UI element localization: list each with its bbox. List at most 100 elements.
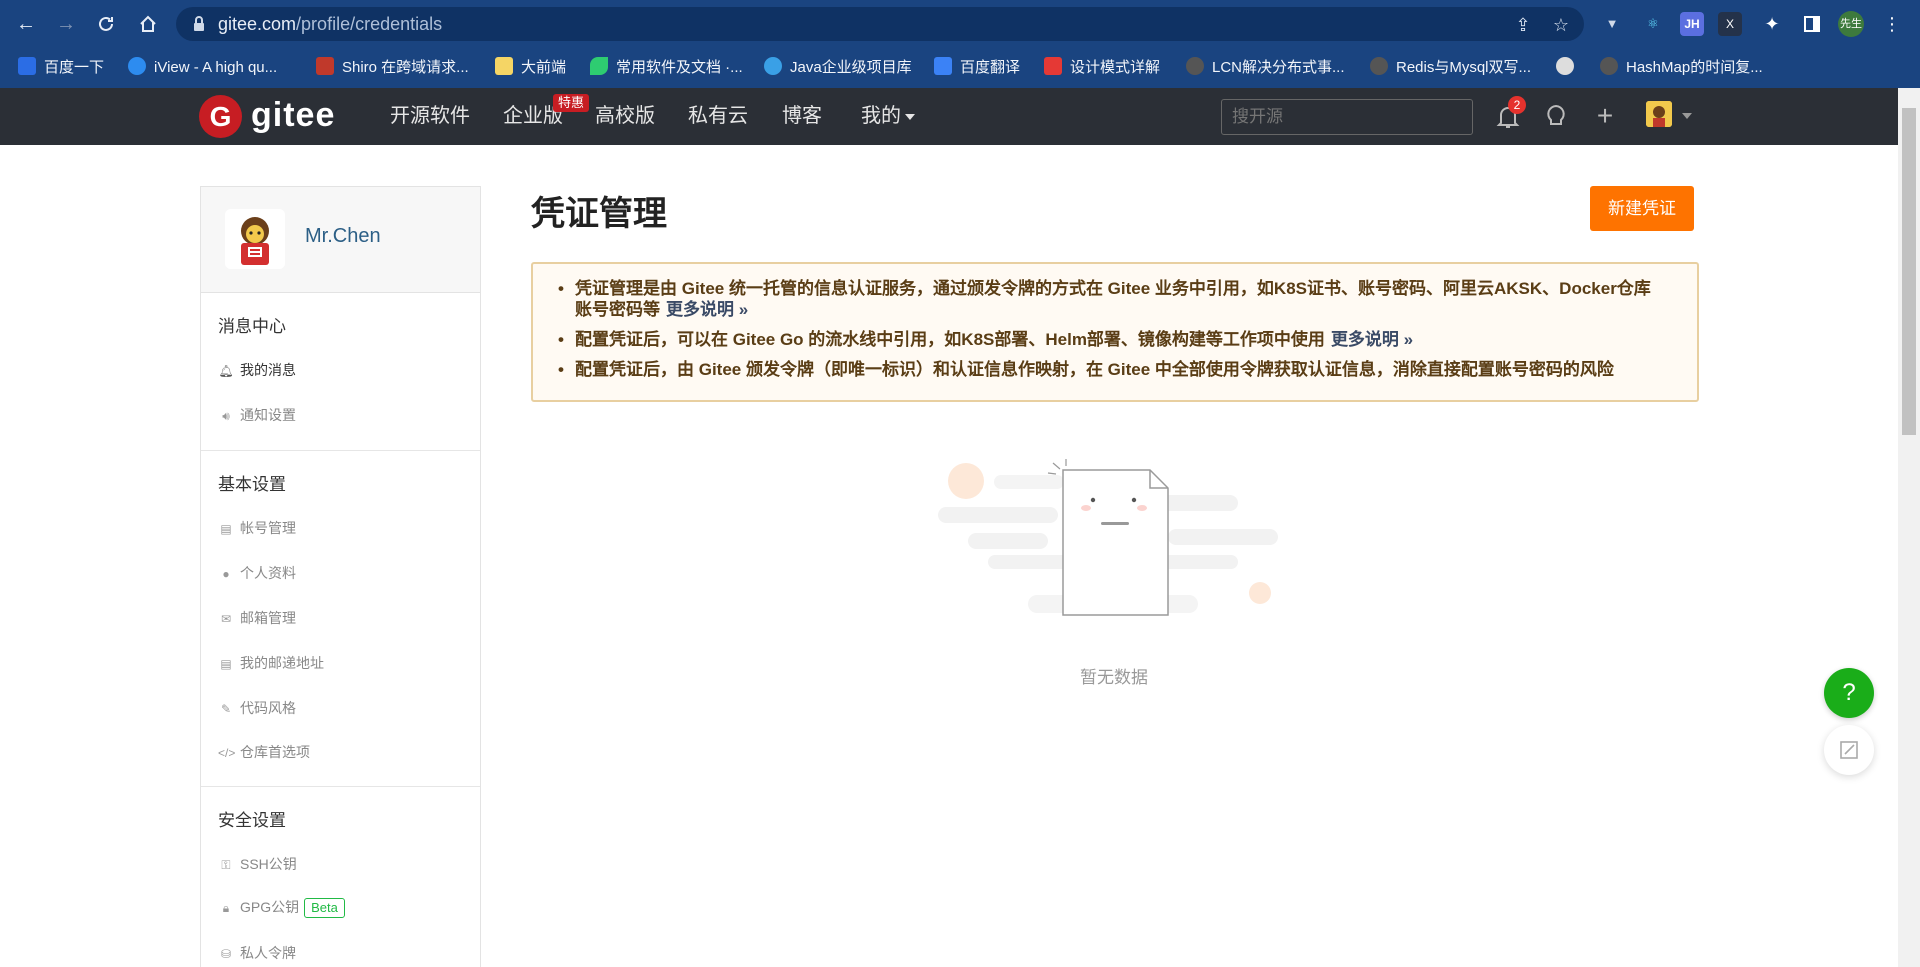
bookmark-item[interactable]: Redis与Mysql双写...: [1370, 48, 1531, 88]
forward-arrow-icon[interactable]: →: [52, 10, 80, 38]
token-icon: ⛁: [220, 947, 232, 961]
jh-extension-icon[interactable]: JH: [1680, 12, 1704, 36]
notice-item: 配置凭证后，由 Gitee 颁发令牌（即唯一标识）和认证信息作映射，在 Gite…: [558, 359, 1667, 380]
empty-state-text: 暂无数据: [1080, 668, 1148, 687]
nav-open-source[interactable]: 开源软件: [390, 88, 470, 145]
nav-mine-label: 我的: [861, 105, 901, 127]
sidebar-item-my-messages[interactable]: 🔔︎ 我的消息: [218, 360, 296, 380]
key-icon: ⚿: [221, 858, 231, 872]
sidebar-item-label: 邮箱管理: [240, 610, 296, 626]
bookmark-item[interactable]: LCN解决分布式事...: [1186, 48, 1345, 88]
c-logo-icon: [1044, 57, 1062, 76]
sidebar-item-ssh-keys[interactable]: ⚿ SSH公钥: [218, 854, 296, 874]
nav-blog[interactable]: 博客: [782, 88, 822, 145]
user-card: Mr.Chen: [201, 187, 480, 293]
star-icon[interactable]: ☆: [1550, 14, 1572, 36]
more-info-link[interactable]: 更多说明 »: [1331, 330, 1413, 349]
sidebar-item-notification-settings[interactable]: 🔊︎ 通知设置: [218, 405, 296, 425]
sidebar-item-label: 帐号管理: [240, 520, 296, 536]
section-title-messages: 消息中心: [218, 317, 286, 336]
lightbulb-icon[interactable]: [1542, 102, 1570, 130]
user-avatar[interactable]: [225, 209, 285, 269]
code-icon: </>: [218, 746, 236, 760]
bookmark-item[interactable]: 百度一下: [18, 48, 104, 88]
back-arrow-icon[interactable]: ←: [12, 10, 40, 38]
sidebar-item-label: 仓库首选项: [240, 744, 310, 760]
section-title-basic-settings: 基本设置: [218, 475, 286, 494]
nav-education[interactable]: 高校版: [595, 88, 655, 145]
notice-item: 凭证管理是由 Gitee 统一托管的信息认证服务，通过颁发令牌的方式在 Gite…: [558, 278, 1667, 320]
sidebar-item-profile[interactable]: ● 个人资料: [218, 563, 296, 583]
bookmark-item[interactable]: Shiro 在跨域请求...: [316, 48, 469, 88]
feedback-edit-button[interactable]: [1824, 725, 1874, 775]
brush-icon: ✎: [220, 702, 232, 716]
sidebar-item-code-style[interactable]: ✎ 代码风格: [218, 698, 296, 718]
lock-icon: [194, 16, 204, 31]
address-bar[interactable]: gitee.com/profile/credentials ⇪ ☆: [176, 7, 1584, 41]
home-icon[interactable]: [134, 10, 162, 38]
gitee-logo-text: gitee: [251, 96, 336, 134]
bookmark-item[interactable]: 设计模式详解: [1044, 48, 1160, 88]
bookmark-item[interactable]: iView - A high qu...: [128, 48, 277, 88]
github-icon: [1186, 57, 1204, 76]
sidebar-item-gpg-keys[interactable]: 🔒︎ GPG公钥 Beta: [218, 897, 345, 918]
chevron-down-icon: [905, 113, 915, 120]
bookmark-item[interactable]: HashMap的时间复...: [1600, 48, 1763, 88]
user-name[interactable]: Mr.Chen: [305, 225, 381, 248]
url-text: gitee.com/profile/credentials: [218, 14, 443, 34]
notification-count-badge: 2: [1508, 96, 1526, 114]
notice-item: 配置凭证后，可以在 Gitee Go 的流水线中引用，如K8S部署、Helm部署…: [558, 329, 1667, 350]
nav-private-cloud[interactable]: 私有云: [688, 88, 748, 145]
bookmark-item[interactable]: 常用软件及文档 ·...: [590, 48, 743, 88]
leaf-icon: [590, 57, 608, 76]
section-title-security: 安全设置: [218, 811, 286, 830]
scrollbar-thumb[interactable]: [1902, 108, 1916, 435]
bell-icon: 🔔︎: [218, 364, 234, 378]
vue-extension-icon[interactable]: ▼: [1600, 12, 1624, 36]
settings-sidebar: Mr.Chen 消息中心 🔔︎ 我的消息 🔊︎ 通知设置 基本设置 ▤ 帐号管理 ● 个…: [200, 186, 481, 967]
edit-icon: [1840, 741, 1858, 759]
bookmark-item[interactable]: 大前端: [495, 48, 566, 88]
sidebar-item-label: 代码风格: [240, 700, 296, 716]
nav-mine[interactable]: 我的: [861, 88, 915, 145]
browser-toolbar: ← → gitee.com/profile/credentials ⇪ ☆ ▼ …: [0, 0, 1920, 48]
page-scrollbar[interactable]: [1898, 88, 1920, 967]
github-icon: [1370, 57, 1388, 76]
address-card-icon: ▤: [220, 657, 232, 671]
bookmark-item[interactable]: Java企业级项目库: [764, 48, 912, 88]
reload-icon[interactable]: [92, 10, 120, 38]
new-credential-button[interactable]: 新建凭证: [1590, 186, 1694, 231]
bookmark-item[interactable]: [1556, 48, 1582, 88]
search-input[interactable]: [1221, 99, 1473, 135]
sidebar-item-private-tokens[interactable]: ⛁ 私人令牌: [218, 943, 296, 963]
bookmark-item[interactable]: 百度翻译: [934, 48, 1020, 88]
sidebar-item-emails[interactable]: ✉ 邮箱管理: [218, 608, 296, 628]
profile-avatar[interactable]: 先生: [1838, 11, 1864, 37]
translate-icon: [934, 57, 952, 76]
sidebar-item-label: 我的邮递地址: [240, 655, 324, 671]
globe-icon: [1556, 57, 1574, 76]
plus-icon[interactable]: +: [1591, 102, 1619, 130]
avatar[interactable]: [1646, 101, 1672, 127]
help-button[interactable]: ?: [1824, 668, 1874, 718]
puzzle-extensions-icon[interactable]: ✦: [1760, 12, 1784, 36]
sidebar-item-label: 我的消息: [240, 362, 296, 378]
divider: [201, 786, 480, 787]
react-extension-icon[interactable]: ⚛: [1641, 12, 1665, 36]
book-icon: [495, 57, 513, 76]
sidebar-item-repo-preferences[interactable]: </> 仓库首选项: [218, 742, 310, 762]
share-icon[interactable]: ⇪: [1512, 14, 1534, 36]
sidebar-item-label: GPG公钥: [240, 899, 300, 915]
x-extension-icon[interactable]: X: [1718, 12, 1742, 36]
more-info-link[interactable]: 更多说明 »: [666, 300, 748, 319]
gitee-logo-mark: G: [199, 95, 242, 138]
sidebar-item-account[interactable]: ▤ 帐号管理: [218, 518, 296, 538]
kebab-menu-icon[interactable]: ⋮: [1880, 12, 1904, 36]
chevron-down-icon[interactable]: [1682, 113, 1692, 119]
side-panel-icon[interactable]: [1800, 12, 1824, 36]
envelope-icon: ✉: [220, 612, 232, 626]
iview-icon: [128, 57, 146, 76]
bookmarks-bar: 百度一下 iView - A high qu... Shiro 在跨域请求...…: [0, 48, 1920, 88]
shiro-icon: [316, 57, 334, 76]
sidebar-item-postal-address[interactable]: ▤ 我的邮递地址: [218, 653, 324, 673]
